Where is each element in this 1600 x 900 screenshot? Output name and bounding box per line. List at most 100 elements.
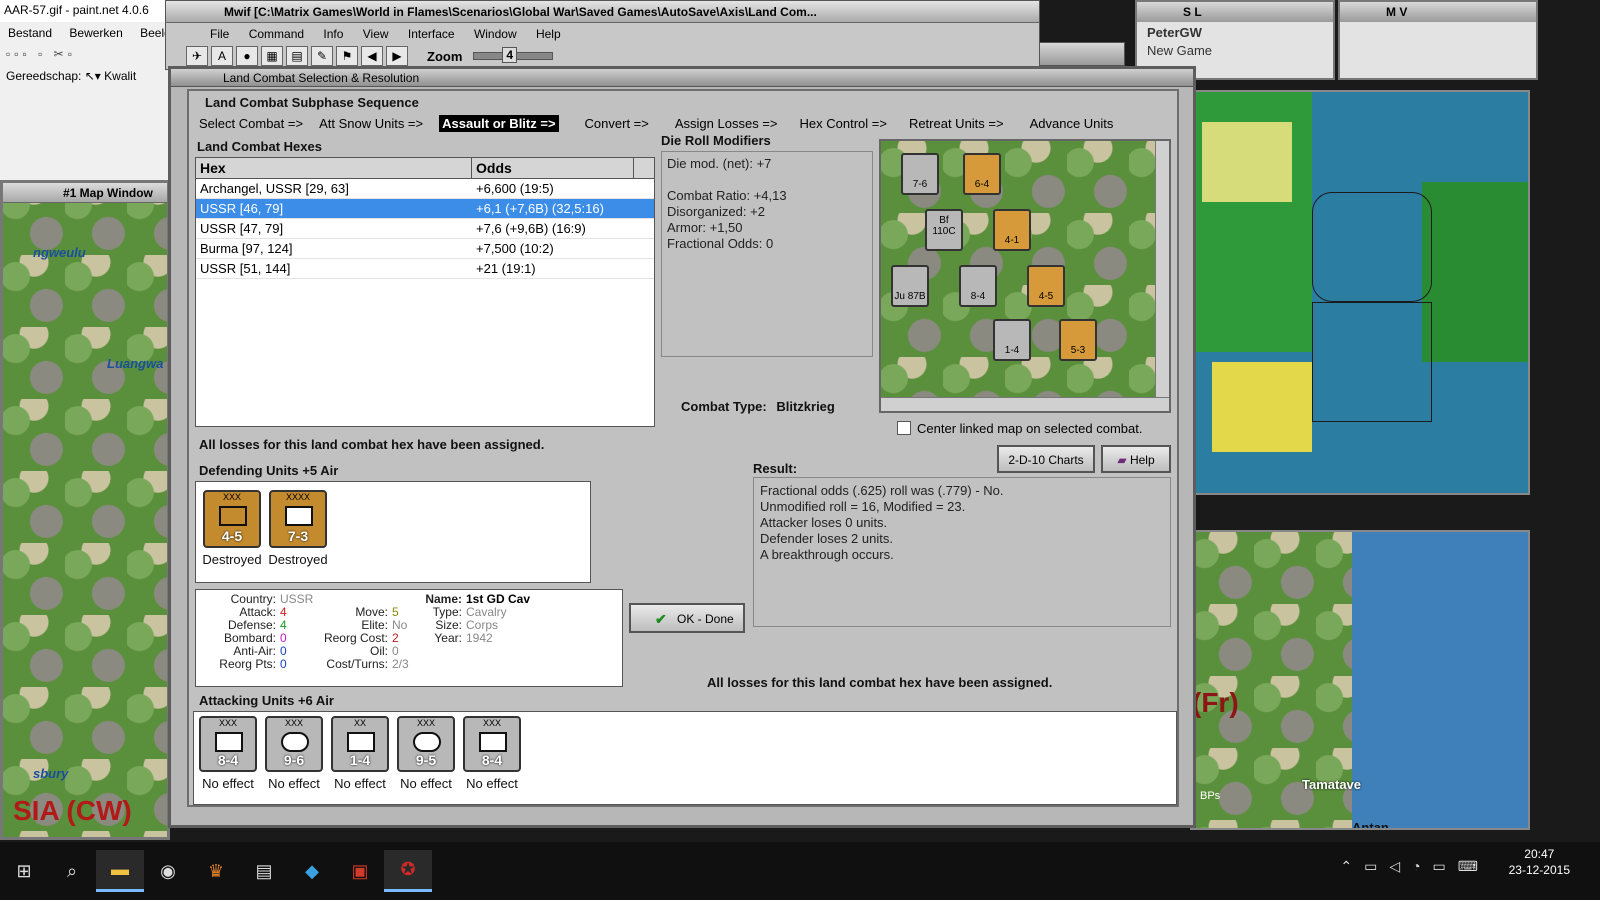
center-linked-label[interactable]: Center linked map on selected combat. [917,421,1142,436]
zoom-slider[interactable]: 4 [473,47,554,63]
map-counter[interactable]: 7-6 [901,153,939,195]
table-row[interactable]: USSR [51, 144] +21 (19:1) [196,259,654,279]
paintnet-toolbar-icons[interactable]: ▫▫▫ ▫ ✂▫ [0,44,169,66]
document-icon[interactable]: ▤ [240,850,288,892]
mwif-title[interactable]: Mwif [C:\Matrix Games\World in Flames\Sc… [166,1,1039,23]
map-counter[interactable]: 4-1 [993,209,1031,251]
zoom-value: 4 [502,47,518,63]
unit-status: No effect [334,776,386,791]
grid-icon[interactable]: ▦ [261,46,283,66]
result-line: Attacker loses 0 units. [760,515,888,530]
menu-view[interactable]: View [363,27,389,41]
file-explorer-icon[interactable]: ▬ [96,850,144,892]
menu-command[interactable]: Command [249,27,304,41]
table-row-selected[interactable]: USSR [46, 79] +6,1 (+7,6B) (32,5:16) [196,199,654,219]
info-value: 1942 [466,631,493,645]
land-combat-dialog[interactable]: Land Combat Selection & Resolution Land … [168,66,1196,828]
book-icon: ▰ [1117,453,1130,467]
pdf-icon[interactable]: ▣ [336,850,384,892]
map-label: sbury [33,766,69,781]
mv-window-title[interactable]: M V [1340,2,1536,22]
mwif-taskbar-icon[interactable]: ✪ [384,850,432,892]
map-counter[interactable]: Bf 110C [925,209,963,251]
arrow-left-icon[interactable]: ◀ [361,46,383,66]
plane-icon[interactable]: ✈ [186,46,208,66]
armor-symbol [413,732,441,752]
circle-icon[interactable]: ● [236,46,258,66]
unit-counter[interactable]: XXX 9-6 No effect [264,716,324,791]
bps-label: BPs [1200,790,1221,802]
combat-hex-table[interactable]: Hex Odds Archangel, USSR [29, 63] +6,600… [195,157,655,427]
unit-counter[interactable]: XXXX 7-3 Destroyed [268,490,328,567]
system-tray[interactable]: ⌃▭◁◔▭⌨ [1340,858,1490,875]
map-counter[interactable]: 5-3 [1059,319,1097,361]
menu-interface[interactable]: Interface [408,27,455,41]
sea-zone-border [1312,192,1432,302]
unit-strength: 8-4 [481,752,503,768]
combat-type-value: Blitzkrieg [776,399,835,414]
unit-counter[interactable]: XXX 9-5 No effect [396,716,456,791]
menu-bewerken[interactable]: Bewerken [69,26,122,40]
sl-window-title[interactable]: S L [1137,2,1333,22]
info-label: Elite: [361,618,388,632]
map-counter[interactable]: 6-4 [963,153,1001,195]
counter-face: XX 1-4 [331,716,389,772]
unit-counter[interactable]: XXX 8-4 No effect [198,716,258,791]
table-row[interactable]: USSR [47, 79] +7,6 (+9,6B) (16:9) [196,219,654,239]
search-icon[interactable]: ⌕ [48,850,96,892]
menu-info[interactable]: Info [323,27,343,41]
table-row[interactable]: Archangel, USSR [29, 63] +6,600 (19:5) [196,179,654,199]
unit-status: Destroyed [202,552,262,567]
map-counter[interactable]: 4-5 [1027,265,1065,307]
linked-mini-map[interactable]: 7-6 6-4 Bf 110C 4-1 Ju 87B 8-4 4-5 1-4 5… [879,139,1171,413]
cursor-icon[interactable]: ↖▾ [85,69,104,83]
game-icon[interactable]: ♛ [192,850,240,892]
right-map-window[interactable]: (Fr) Tamatave BPs Antan [1190,530,1530,830]
center-linked-checkbox[interactable] [897,421,911,435]
ok-done-button[interactable]: ✔ OK - Done [629,603,745,633]
pencil-icon[interactable]: ✎ [311,46,333,66]
menu-file[interactable]: File [210,27,229,41]
help-button[interactable]: ▰ Help [1101,445,1171,473]
table-row[interactable]: Burma [97, 124] +7,500 (10:2) [196,239,654,259]
taskbar-clock[interactable]: 20:47 23-12-2015 [1509,846,1570,878]
unit-counter[interactable]: XXX 8-4 No effect [462,716,522,791]
mini-map-vscroll[interactable] [1155,141,1169,411]
global-map[interactable] [1190,90,1530,495]
map-window-1[interactable]: #1 Map Window ngweulu Luangwa sbury SIA … [0,180,170,840]
column-hex[interactable]: Hex [196,158,472,178]
map-counter[interactable]: 8-4 [959,265,997,307]
info-label: Attack: [239,605,276,619]
seq-assault-or-blitz: Assault or Blitz => [439,114,559,132]
flag-icon[interactable]: ⚑ [336,46,358,66]
mwif-main-window[interactable]: Mwif [C:\Matrix Games\World in Flames\Sc… [165,0,1040,70]
grid-alt-icon[interactable]: ▤ [286,46,308,66]
cell-hex: Burma [97, 124] [200,241,293,256]
mv-window[interactable]: M V [1338,0,1538,80]
map-counter[interactable]: Ju 87B [891,265,929,307]
browser-icon[interactable]: ◉ [144,850,192,892]
charts-button[interactable]: 2-D-10 Charts [997,445,1095,473]
letter-a-icon[interactable]: A [211,46,233,66]
unit-counter[interactable]: XX 1-4 No effect [330,716,390,791]
column-odds[interactable]: Odds [472,158,634,178]
seq-select-combat: Select Combat => [199,115,304,131]
unit-counter[interactable]: XXX 4-5 Destroyed [202,490,262,567]
arrow-right-icon[interactable]: ▶ [386,46,408,66]
mini-map-hscroll[interactable] [881,397,1169,411]
mwif-menu-bar: File Command Info View Interface Window … [166,23,1039,43]
app-icon[interactable]: ◆ [288,850,336,892]
menu-help[interactable]: Help [536,27,561,41]
unit-size: XXX [416,718,435,728]
windows-start-icon[interactable]: ⊞ [0,850,48,892]
table-header: Hex Odds [196,158,654,179]
menu-window[interactable]: Window [474,27,517,41]
menu-bestand[interactable]: Bestand [8,26,52,40]
dialog-title[interactable]: Land Combat Selection & Resolution [171,69,1193,87]
clock-time: 20:47 [1524,847,1555,861]
combat-type-label: Combat Type: [681,399,767,414]
map-counter[interactable]: 1-4 [993,319,1031,361]
map-window-1-title[interactable]: #1 Map Window [3,183,167,203]
unit-status: No effect [202,776,254,791]
cell-odds: +7,500 (10:2) [476,241,554,256]
